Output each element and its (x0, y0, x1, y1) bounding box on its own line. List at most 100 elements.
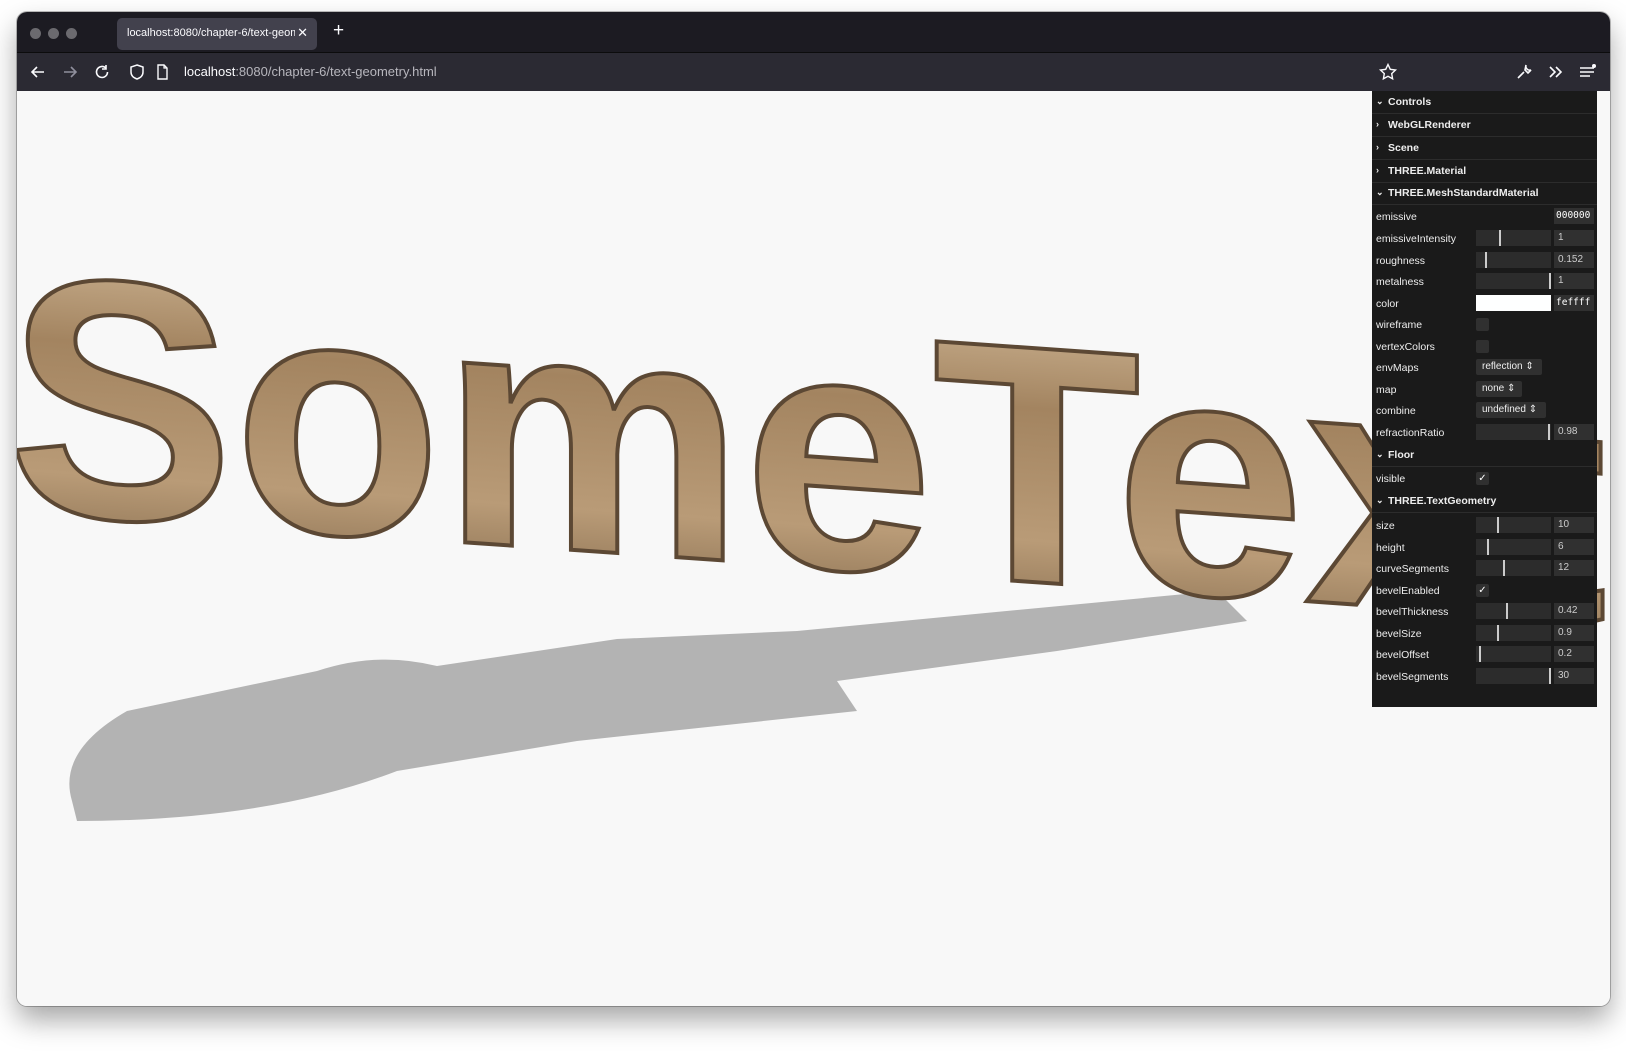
close-window-dot[interactable] (30, 28, 41, 39)
label: metalness (1376, 276, 1424, 288)
reload-icon[interactable] (91, 61, 113, 83)
folder-title: Scene (1388, 142, 1419, 154)
bevel-thickness-slider[interactable] (1476, 603, 1551, 619)
chevron-down-icon: ⌄ (1376, 449, 1384, 459)
color-input[interactable]: feffff (1554, 295, 1594, 311)
size-slider[interactable] (1476, 517, 1551, 533)
folder-title: THREE.Material (1388, 165, 1467, 177)
vertex-colors-checkbox[interactable] (1476, 340, 1489, 353)
metalness-input[interactable]: 1 (1554, 273, 1594, 289)
url-field[interactable]: localhost:8080/chapter-6/text-geometry.h… (184, 64, 437, 79)
slider-fill (1476, 517, 1499, 533)
folder-meshstandardmaterial[interactable]: ⌄ THREE.MeshStandardMaterial (1372, 182, 1597, 205)
value: 0.98 (1558, 426, 1578, 437)
curve-segments-slider[interactable] (1476, 560, 1551, 576)
value: 0.42 (1558, 605, 1578, 616)
folder-title: Controls (1388, 96, 1432, 108)
slider-fill (1476, 668, 1551, 684)
emissive-intensity-slider[interactable] (1476, 230, 1551, 246)
bevel-offset-input[interactable]: 0.2 (1554, 646, 1594, 662)
slider-fill (1476, 252, 1487, 268)
folder-title: THREE.MeshStandardMaterial (1388, 187, 1539, 199)
row-metalness: metalness 1 (1372, 270, 1597, 292)
wrench-icon[interactable] (1513, 61, 1535, 83)
label: emissiveIntensity (1376, 233, 1456, 245)
row-bevel-offset: bevelOffset 0.2 (1372, 643, 1597, 665)
value: 0.9 (1558, 627, 1572, 638)
label: vertexColors (1376, 341, 1435, 353)
slider-fill (1476, 560, 1505, 576)
combine-select[interactable]: undefined ⇕ (1476, 402, 1546, 418)
label: envMaps (1376, 362, 1419, 374)
label: height (1376, 542, 1405, 554)
map-select[interactable]: none ⇕ (1476, 381, 1522, 397)
bevel-segments-slider[interactable] (1476, 668, 1551, 684)
active-tab[interactable]: localhost:8080/chapter-6/text-geom ✕ (117, 18, 317, 50)
refraction-ratio-slider[interactable] (1476, 424, 1551, 440)
bevel-segments-input[interactable]: 30 (1554, 668, 1594, 684)
new-tab-button[interactable]: + (333, 20, 344, 42)
metalness-slider[interactable] (1476, 273, 1551, 289)
row-bevel-thickness: bevelThickness 0.42 (1372, 600, 1597, 622)
bevel-size-input[interactable]: 0.9 (1554, 625, 1594, 641)
visible-checkbox[interactable]: ✓ (1476, 472, 1489, 485)
bevel-enabled-checkbox[interactable]: ✓ (1476, 584, 1489, 597)
label: emissive (1376, 211, 1417, 223)
row-roughness: roughness 0.152 (1372, 249, 1597, 271)
row-visible: visible ✓ (1372, 467, 1597, 489)
value: 0.152 (1558, 254, 1584, 265)
envmaps-select[interactable]: reflection ⇕ (1476, 359, 1542, 375)
label: size (1376, 520, 1395, 532)
row-curve-segments: curveSegments 12 (1372, 557, 1597, 579)
3d-text-mesh: SomeText (17, 202, 1609, 697)
wireframe-checkbox[interactable] (1476, 318, 1489, 331)
folder-textgeometry[interactable]: ⌄ THREE.TextGeometry (1372, 490, 1597, 513)
back-arrow-icon[interactable] (27, 61, 49, 83)
value: 10 (1558, 519, 1570, 530)
label: bevelSize (1376, 628, 1422, 640)
chevron-down-icon: ⌄ (1376, 495, 1384, 505)
double-chevron-icon[interactable] (1545, 61, 1567, 83)
hamburger-menu-icon[interactable] (1576, 61, 1598, 83)
shield-icon[interactable] (126, 61, 148, 83)
size-input[interactable]: 10 (1554, 517, 1594, 533)
chevron-right-icon: › (1376, 119, 1379, 129)
height-input[interactable]: 6 (1554, 539, 1594, 555)
folder-title: Floor (1388, 449, 1415, 461)
height-slider[interactable] (1476, 539, 1551, 555)
roughness-slider[interactable] (1476, 252, 1551, 268)
label: visible (1376, 473, 1406, 485)
minimize-window-dot[interactable] (48, 28, 59, 39)
bevel-thickness-input[interactable]: 0.42 (1554, 603, 1594, 619)
refraction-ratio-input[interactable]: 0.98 (1554, 424, 1594, 440)
forward-arrow-icon[interactable] (59, 61, 81, 83)
value: none ⇕ (1482, 383, 1516, 394)
bevel-offset-slider[interactable] (1476, 646, 1551, 662)
folder-floor[interactable]: ⌄ Floor (1372, 444, 1597, 467)
slider-fill (1476, 646, 1481, 662)
bevel-size-slider[interactable] (1476, 625, 1551, 641)
row-envmaps: envMaps reflection ⇕ (1372, 356, 1597, 378)
value: feffff (1556, 297, 1591, 308)
zoom-window-dot[interactable] (66, 28, 77, 39)
emissive-color-input[interactable]: 000000 (1554, 208, 1594, 224)
color-swatch[interactable] (1476, 295, 1551, 311)
row-map: map none ⇕ (1372, 378, 1597, 400)
url-host: localhost (184, 64, 236, 79)
close-tab-icon[interactable]: ✕ (297, 25, 308, 41)
folder-controls[interactable]: ⌄ Controls (1372, 91, 1597, 114)
emissive-intensity-input[interactable]: 1 (1554, 230, 1594, 246)
label: bevelOffset (1376, 649, 1429, 661)
slider-fill (1476, 603, 1508, 619)
curve-segments-input[interactable]: 12 (1554, 560, 1594, 576)
label: curveSegments (1376, 563, 1449, 575)
scene-text: SomeText (17, 204, 1607, 695)
row-wireframe: wireframe (1372, 313, 1597, 335)
label: bevelSegments (1376, 671, 1449, 683)
folder-scene[interactable]: › Scene (1372, 137, 1597, 160)
star-icon[interactable] (1377, 61, 1399, 83)
folder-three-material[interactable]: › THREE.Material (1372, 160, 1597, 183)
roughness-input[interactable]: 0.152 (1554, 252, 1594, 268)
slider-fill (1476, 424, 1550, 440)
folder-webglrenderer[interactable]: › WebGLRenderer (1372, 114, 1597, 137)
